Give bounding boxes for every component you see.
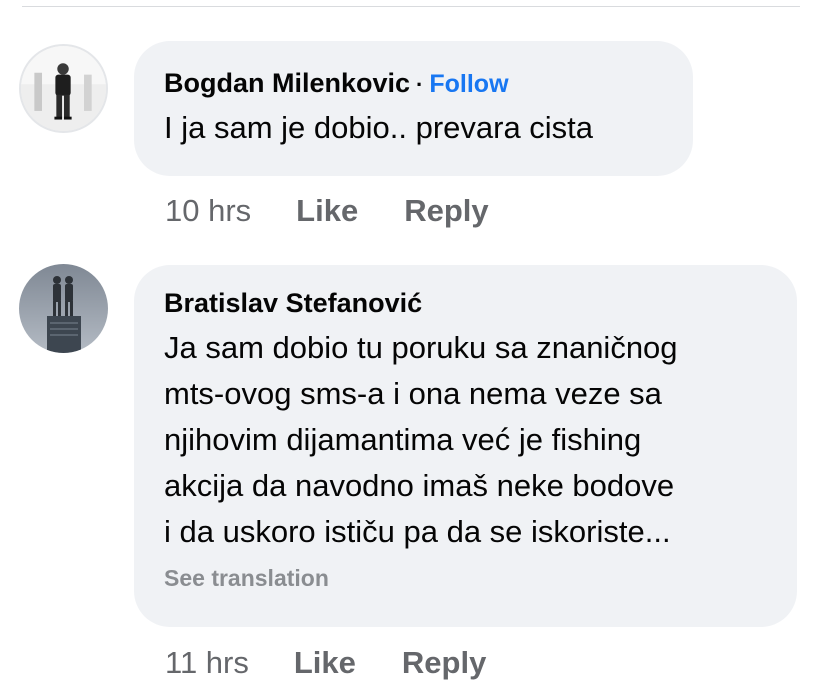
separator-dot: · bbox=[416, 72, 424, 97]
comment-bubble: Bogdan Milenkovic · Follow I ja sam je dob… bbox=[134, 41, 693, 176]
follow-button[interactable]: Follow bbox=[429, 70, 508, 98]
timestamp[interactable]: 10 hrs bbox=[165, 193, 251, 229]
like-button[interactable]: Like bbox=[294, 645, 356, 681]
top-divider bbox=[22, 6, 800, 7]
avatar[interactable] bbox=[19, 44, 108, 133]
comment-line: i da uskoro ističu pa da se iskoriste... bbox=[164, 514, 671, 549]
comment-line: akcija da navodno imaš neke bodove bbox=[164, 468, 675, 503]
comment-bubble: Bratislav Stefanović Ja sam dobio tu por… bbox=[134, 265, 797, 627]
statue-monument-avatar-icon bbox=[19, 264, 108, 353]
author-name[interactable]: Bratislav Stefanović bbox=[164, 287, 767, 319]
author-name[interactable]: Bogdan Milenkovic bbox=[164, 68, 410, 98]
comment-actions: 11 hrs Like Reply bbox=[165, 645, 486, 681]
reply-button[interactable]: Reply bbox=[402, 645, 486, 681]
comment-line: Ja sam dobio tu poruku sa znaničnog bbox=[164, 330, 678, 365]
comment-text: Ja sam dobio tu poruku sa znaničnog mts-… bbox=[164, 325, 767, 555]
comment-line: njihovim dijamantima već je fishing bbox=[164, 422, 642, 457]
reply-button[interactable]: Reply bbox=[404, 193, 488, 229]
comment-line: mts-ovog sms-a i ona nema veze sa bbox=[164, 376, 662, 411]
avatar[interactable] bbox=[19, 264, 108, 353]
timestamp[interactable]: 11 hrs bbox=[165, 645, 249, 681]
comment-text: I ja sam je dobio.. prevara cista bbox=[164, 110, 594, 145]
author-row: Bogdan Milenkovic · Follow bbox=[164, 67, 663, 101]
see-translation-link[interactable]: See translation bbox=[164, 565, 767, 592]
like-button[interactable]: Like bbox=[296, 193, 358, 229]
comment-actions: 10 hrs Like Reply bbox=[165, 193, 489, 229]
person-photo-avatar-icon bbox=[21, 46, 106, 131]
